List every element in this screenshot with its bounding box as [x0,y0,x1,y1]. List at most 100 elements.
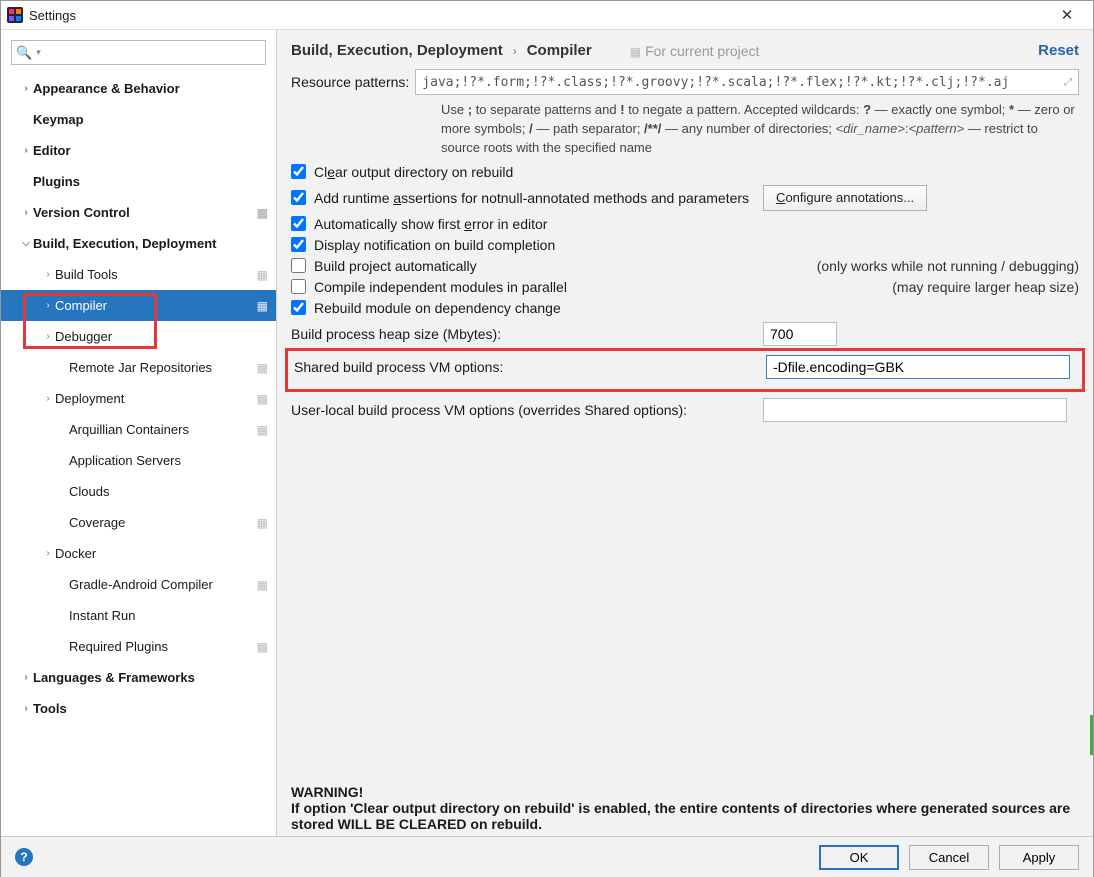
settings-sidebar: 🔍 ▾ ›Appearance & BehaviorKeymap›EditorP… [1,30,277,836]
settings-tree: ›Appearance & BehaviorKeymap›EditorPlugi… [1,71,276,836]
sidebar-item-label: Build, Execution, Deployment [33,236,268,251]
chevron-down-icon: ⌵ [19,238,33,249]
scrollbar-marker [1090,715,1093,755]
search-input[interactable]: 🔍 ▾ [11,40,266,65]
sidebar-item-label: Gradle-Android Compiler [69,577,257,592]
sidebar-item-appearance-behavior[interactable]: ›Appearance & Behavior [1,73,276,104]
project-scope-icon: ▦ [257,392,268,406]
sidebar-item-label: Required Plugins [69,639,257,654]
chevron-right-icon: › [41,331,55,342]
sidebar-item-coverage[interactable]: Coverage▦ [1,507,276,538]
highlight-annotation-2: Shared build process VM options: [285,348,1085,392]
breadcrumb: Build, Execution, Deployment › Compiler … [291,42,1079,59]
sidebar-item-application-servers[interactable]: Application Servers [1,445,276,476]
heap-size-row: Build process heap size (Mbytes): [291,322,1079,346]
sidebar-item-docker[interactable]: ›Docker [1,538,276,569]
heap-size-input[interactable] [763,322,837,346]
resource-patterns-input[interactable]: java;!?*.form;!?*.class;!?*.groovy;!?*.s… [415,69,1079,95]
chevron-right-icon: › [41,393,55,404]
warning-block: WARNING! If option 'Clear output directo… [291,784,1079,832]
sidebar-item-clouds[interactable]: Clouds [1,476,276,507]
sidebar-item-label: Coverage [69,515,257,530]
compile-parallel-label: Compile independent modules in parallel [314,279,567,295]
resource-patterns-label: Resource patterns: [291,74,409,90]
display-notification-label: Display notification on build completion [314,237,555,253]
app-icon [7,7,23,23]
window-title: Settings [29,8,1047,23]
sidebar-item-compiler[interactable]: ›Compiler▦ [1,290,276,321]
sidebar-item-debugger[interactable]: ›Debugger [1,321,276,352]
sidebar-item-label: Tools [33,701,268,716]
sidebar-item-label: Languages & Frameworks [33,670,268,685]
add-assertions-row: Add runtime assertions for notnull-annot… [291,185,1079,211]
sidebar-item-remote-jar-repositories[interactable]: Remote Jar Repositories▦ [1,352,276,383]
sidebar-item-gradle-android-compiler[interactable]: Gradle-Android Compiler▦ [1,569,276,600]
apply-button[interactable]: Apply [999,845,1079,870]
sidebar-item-label: Instant Run [69,608,268,623]
build-auto-hint: (only works while not running / debuggin… [817,258,1079,274]
sidebar-item-label: Version Control [33,205,257,220]
sidebar-item-label: Build Tools [55,267,257,282]
local-vm-options-row: User-local build process VM options (ove… [291,398,1079,422]
sidebar-item-label: Clouds [69,484,268,499]
configure-annotations-button[interactable]: Configure annotations... [763,185,927,211]
sidebar-item-label: Arquillian Containers [69,422,257,437]
display-notification-checkbox[interactable] [291,237,306,252]
rebuild-dep-checkbox[interactable] [291,300,306,315]
sidebar-item-label: Remote Jar Repositories [69,360,257,375]
shared-vm-options-input[interactable] [766,355,1070,379]
expand-icon[interactable]: ⤢ [1064,77,1072,88]
sidebar-item-label: Deployment [55,391,257,406]
add-assertions-label: Add runtime assertions for notnull-annot… [314,190,749,206]
sidebar-item-build-execution-deployment[interactable]: ⌵Build, Execution, Deployment [1,228,276,259]
for-project-text: For current project [645,43,759,59]
sidebar-item-deployment[interactable]: ›Deployment▦ [1,383,276,414]
sidebar-item-label: Compiler [55,298,257,313]
sidebar-item-tools[interactable]: ›Tools [1,693,276,724]
sidebar-item-arquillian-containers[interactable]: Arquillian Containers▦ [1,414,276,445]
sidebar-item-keymap[interactable]: Keymap [1,104,276,135]
sidebar-item-languages-frameworks[interactable]: ›Languages & Frameworks [1,662,276,693]
auto-show-error-label: Automatically show first error in editor [314,216,547,232]
project-scope-icon: ▦ [630,45,641,59]
sidebar-item-build-tools[interactable]: ›Build Tools▦ [1,259,276,290]
chevron-right-icon: › [513,44,517,58]
project-scope-icon: ▦ [257,299,268,313]
project-scope-icon: ▦ [257,578,268,592]
help-icon[interactable]: ? [15,848,33,866]
sidebar-item-required-plugins[interactable]: Required Plugins▦ [1,631,276,662]
compile-parallel-checkbox[interactable] [291,279,306,294]
close-icon[interactable]: ✕ [1047,6,1087,24]
project-scope-icon: ▦ [257,640,268,654]
build-auto-checkbox[interactable] [291,258,306,273]
chevron-right-icon: › [41,548,55,559]
chevron-right-icon: › [19,145,33,156]
sidebar-item-label: Appearance & Behavior [33,81,268,96]
build-auto-row: Build project automatically (only works … [291,258,1079,274]
chevron-right-icon: › [19,83,33,94]
clear-output-checkbox[interactable] [291,164,306,179]
reset-link[interactable]: Reset [1038,42,1079,59]
clear-output-checkbox-row: Clear output directory on rebuild [291,164,1079,180]
breadcrumb-root[interactable]: Build, Execution, Deployment [291,42,503,59]
sidebar-item-version-control[interactable]: ›Version Control▦ [1,197,276,228]
search-dropdown-icon[interactable]: ▾ [36,47,45,58]
search-field[interactable] [45,41,265,64]
add-assertions-checkbox[interactable] [291,190,306,205]
compile-parallel-row: Compile independent modules in parallel … [291,279,1079,295]
resource-patterns-help: Use ; to separate patterns and ! to nega… [441,101,1079,158]
chevron-right-icon: › [41,300,55,311]
clear-output-label: Clear output directory on rebuild [314,164,513,180]
sidebar-item-plugins[interactable]: Plugins [1,166,276,197]
sidebar-item-label: Debugger [55,329,268,344]
title-bar: Settings ✕ [1,1,1093,30]
resource-patterns-value: java;!?*.form;!?*.class;!?*.groovy;!?*.s… [422,75,1009,90]
sidebar-item-editor[interactable]: ›Editor [1,135,276,166]
local-vm-options-input[interactable] [763,398,1067,422]
cancel-button[interactable]: Cancel [909,845,989,870]
rebuild-dep-label: Rebuild module on dependency change [314,300,561,316]
rebuild-dep-row: Rebuild module on dependency change [291,300,1079,316]
sidebar-item-instant-run[interactable]: Instant Run [1,600,276,631]
auto-show-error-checkbox[interactable] [291,216,306,231]
ok-button[interactable]: OK [819,845,899,870]
